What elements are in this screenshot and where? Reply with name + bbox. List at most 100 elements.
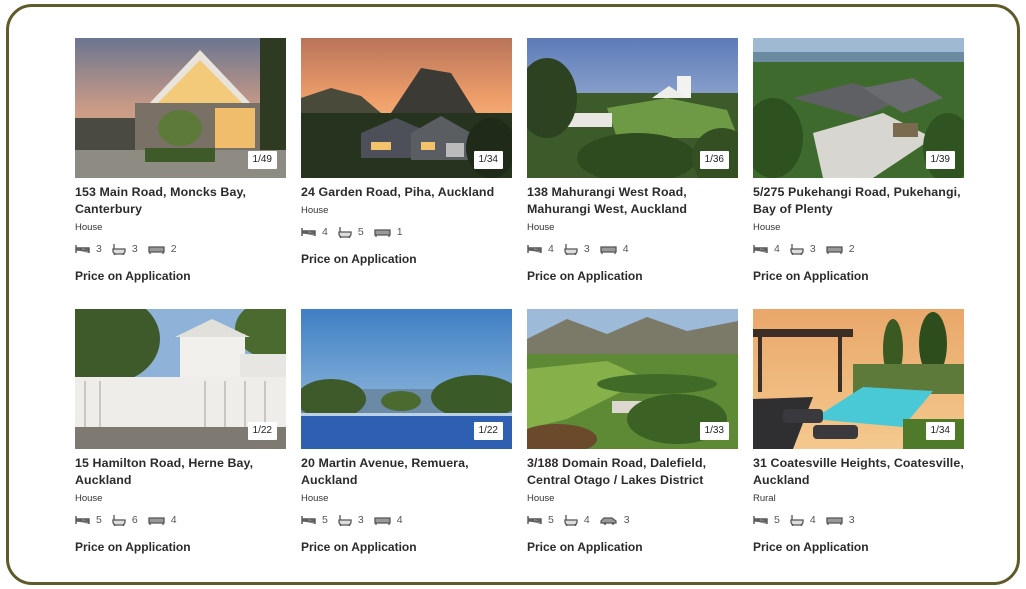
listing-address[interactable]: 5/275 Pukehangi Road, Pukehangi, Bay of … [753, 184, 964, 218]
listing-price: Price on Application [753, 540, 869, 554]
bed-icon [75, 245, 90, 253]
listing-type: House [527, 493, 555, 504]
sofa-icon [826, 516, 843, 525]
listing-address[interactable]: 3/188 Domain Road, Dalefield, Central Ot… [527, 455, 738, 489]
photo-counter: 1/34 [925, 422, 955, 440]
bedroom-count: 5 [322, 514, 328, 526]
listing-card[interactable]: 1/49 153 Main Road, Moncks Bay, Canterbu… [75, 38, 286, 294]
listing-price: Price on Application [527, 540, 643, 554]
listing-price: Price on Application [753, 269, 869, 283]
bath-icon [338, 515, 352, 526]
living-areas: 3 [826, 514, 855, 526]
photo-counter: 1/33 [699, 422, 729, 440]
bed-icon [753, 245, 768, 253]
listing-price: Price on Application [301, 540, 417, 554]
sofa-icon [600, 245, 617, 254]
listing-address[interactable]: 20 Martin Avenue, Remuera, Auckland [301, 455, 512, 489]
sofa-icon [374, 516, 391, 525]
bathrooms: 5 [338, 226, 364, 238]
listing-card[interactable]: 1/39 5/275 Pukehangi Road, Pukehangi, Ba… [753, 38, 964, 294]
photo-counter: 1/39 [925, 151, 955, 169]
listing-features: 4 3 2 [753, 242, 964, 256]
bath-icon [112, 515, 126, 526]
bedroom-count: 5 [774, 514, 780, 526]
listing-type: House [75, 222, 103, 233]
listing-address[interactable]: 24 Garden Road, Piha, Auckland [301, 184, 512, 201]
living-areas: 4 [148, 514, 177, 526]
bath-icon [790, 515, 804, 526]
bedrooms: 4 [301, 226, 328, 238]
listing-address[interactable]: 138 Mahurangi West Road, Mahurangi West,… [527, 184, 738, 218]
living-count: 4 [622, 243, 629, 255]
listing-features: 5 4 3 [527, 513, 738, 527]
bathrooms: 3 [112, 243, 138, 255]
listing-address[interactable]: 15 Hamilton Road, Herne Bay, Auckland [75, 455, 286, 489]
living-count: 3 [848, 514, 855, 526]
sofa-icon [374, 228, 391, 237]
photo-counter: 1/22 [473, 422, 503, 440]
listing-photo[interactable]: 1/33 [527, 309, 738, 449]
bath-icon [790, 244, 804, 255]
sofa-icon [148, 516, 165, 525]
sofa-icon [148, 245, 165, 254]
listing-features: 4 3 4 [527, 242, 738, 256]
listing-price: Price on Application [527, 269, 643, 283]
bed-icon [527, 516, 542, 524]
listing-type: House [75, 493, 103, 504]
listing-card[interactable]: 1/33 3/188 Domain Road, Dalefield, Centr… [527, 309, 738, 565]
listing-price: Price on Application [75, 540, 191, 554]
bedroom-count: 4 [322, 226, 328, 238]
car-icon [600, 516, 617, 525]
photo-counter: 1/34 [473, 151, 503, 169]
living-areas: 1 [374, 226, 403, 238]
bathrooms: 3 [338, 514, 364, 526]
listing-card[interactable]: 1/36 138 Mahurangi West Road, Mahurangi … [527, 38, 738, 294]
bedrooms: 3 [75, 243, 102, 255]
bathroom-count: 3 [583, 243, 590, 255]
bedrooms: 5 [75, 514, 102, 526]
bath-icon [564, 515, 578, 526]
listing-address[interactable]: 153 Main Road, Moncks Bay, Canterbury [75, 184, 286, 218]
living-count: 4 [396, 514, 403, 526]
listing-photo[interactable]: 1/36 [527, 38, 738, 178]
living-areas: 4 [374, 514, 403, 526]
bedrooms: 5 [527, 514, 554, 526]
listing-address[interactable]: 31 Coatesville Heights, Coatesville, Auc… [753, 455, 964, 489]
listing-photo[interactable]: 1/34 [301, 38, 512, 178]
listing-card[interactable]: 1/34 24 Garden Road, Piha, Auckland Hous… [301, 38, 512, 294]
living-count: 4 [170, 514, 177, 526]
listing-type: House [301, 205, 329, 216]
bathrooms: 4 [564, 514, 590, 526]
listing-features: 4 5 1 [301, 225, 512, 239]
photo-counter: 1/22 [247, 422, 277, 440]
listing-photo[interactable]: 1/39 [753, 38, 964, 178]
bedrooms: 5 [753, 514, 780, 526]
listing-photo[interactable]: 1/22 [75, 309, 286, 449]
living-areas: 2 [826, 243, 855, 255]
bathroom-count: 4 [809, 514, 816, 526]
listing-photo[interactable]: 1/49 [75, 38, 286, 178]
bedroom-count: 3 [96, 243, 102, 255]
bedroom-count: 5 [96, 514, 102, 526]
bed-icon [75, 516, 90, 524]
listing-photo[interactable]: 1/22 [301, 309, 512, 449]
bathroom-count: 3 [131, 243, 138, 255]
listing-features: 5 6 4 [75, 513, 286, 527]
bathrooms: 4 [790, 514, 816, 526]
living-areas: 4 [600, 243, 629, 255]
bath-icon [112, 244, 126, 255]
living-areas: 2 [148, 243, 177, 255]
listing-card[interactable]: 1/34 31 Coatesville Heights, Coatesville… [753, 309, 964, 565]
listings-grid: 1/49 153 Main Road, Moncks Bay, Canterbu… [75, 38, 964, 565]
listing-photo[interactable]: 1/34 [753, 309, 964, 449]
living-count: 1 [396, 226, 403, 238]
listing-card[interactable]: 1/22 15 Hamilton Road, Herne Bay, Auckla… [75, 309, 286, 565]
listing-type: Rural [753, 493, 776, 504]
parking-count: 3 [623, 514, 630, 526]
bath-icon [338, 227, 352, 238]
bedroom-count: 4 [774, 243, 780, 255]
bathrooms: 3 [564, 243, 590, 255]
bedrooms: 5 [301, 514, 328, 526]
listing-card[interactable]: 1/22 20 Martin Avenue, Remuera, Auckland… [301, 309, 512, 565]
bathrooms: 3 [790, 243, 816, 255]
